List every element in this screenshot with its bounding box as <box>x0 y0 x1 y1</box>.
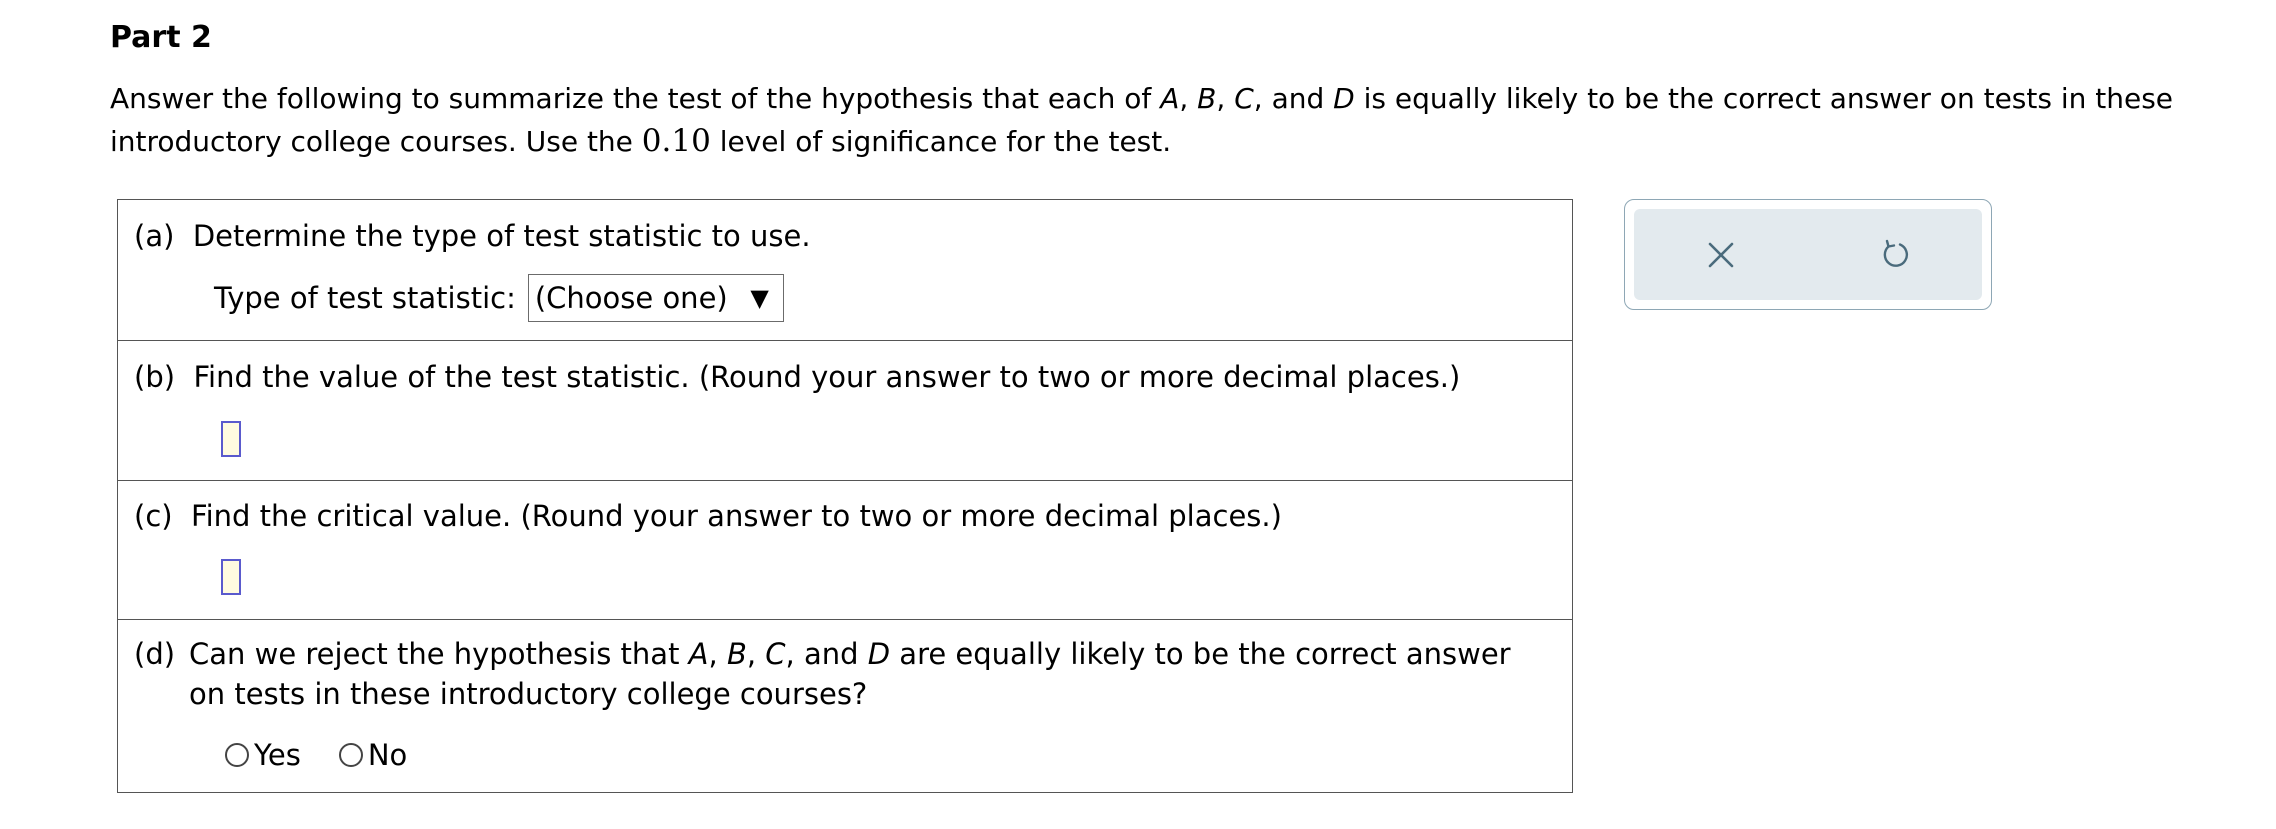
close-icon <box>1708 242 1734 267</box>
radio-no-label: No <box>367 738 408 772</box>
question-b-label: (b) <box>134 360 176 394</box>
radio-no[interactable]: No <box>338 738 408 772</box>
test-statistic-type-label: Type of test statistic: <box>214 281 516 315</box>
var-c: C <box>1234 82 1254 115</box>
question-d-label: (d) <box>134 637 176 671</box>
question-b-row: (b) Find the value of the test statistic… <box>118 341 1572 481</box>
question-c-text: (c) Find the critical value. (Round your… <box>134 496 1282 536</box>
radio-yes[interactable]: Yes <box>225 738 301 772</box>
var-a: A <box>1160 82 1180 115</box>
question-b-text: (b) Find the value of the test statistic… <box>134 357 1460 397</box>
toolbar-inner <box>1634 209 1982 300</box>
critical-value-input[interactable] <box>221 559 241 595</box>
part-title: Part 2 <box>110 20 212 55</box>
test-statistic-input[interactable] <box>221 421 241 457</box>
question-table: (a) Determine the type of test statistic… <box>117 199 1573 793</box>
question-c-prompt: Find the critical value. (Round your ans… <box>191 499 1282 533</box>
intro-text: Answer the following to summarize the te… <box>110 82 1161 115</box>
significance-level: 0.10 <box>641 123 711 159</box>
test-statistic-type-line: Type of test statistic: (Choose one) ▼ <box>214 274 784 322</box>
question-d-row: (d) Can we reject the hypothesis that A, … <box>118 620 1572 792</box>
question-a-text: (a) Determine the type of test statistic… <box>134 216 811 256</box>
dropdown-arrow-icon: ▼ <box>750 284 769 312</box>
select-value: (Choose one) <box>534 281 728 315</box>
question-a-prompt: Determine the type of test statistic to … <box>192 219 811 253</box>
radio-yes-circle[interactable] <box>225 743 249 767</box>
undo-button[interactable] <box>1865 225 1925 285</box>
question-d-text: (d) Can we reject the hypothesis that A, … <box>134 634 1554 714</box>
intro-paragraph: Answer the following to summarize the te… <box>110 82 2174 159</box>
question-a-label: (a) <box>134 219 175 253</box>
question-a-row: (a) Determine the type of test statistic… <box>118 200 1572 341</box>
clear-button[interactable] <box>1691 225 1751 285</box>
radio-no-circle[interactable] <box>338 743 363 767</box>
reject-radio-group: Yes No <box>225 738 445 772</box>
var-d: D <box>1333 82 1355 115</box>
test-statistic-type-select[interactable]: (Choose one) ▼ <box>527 274 784 322</box>
undo-icon <box>1883 239 1909 267</box>
var-b: B <box>1197 82 1217 115</box>
answer-toolbar <box>1624 199 1992 310</box>
question-c-label: (c) <box>134 499 173 533</box>
radio-yes-label: Yes <box>254 738 301 772</box>
question-b-prompt: Find the value of the test statistic. (R… <box>193 360 1461 394</box>
question-c-row: (c) Find the critical value. (Round your… <box>118 481 1572 620</box>
